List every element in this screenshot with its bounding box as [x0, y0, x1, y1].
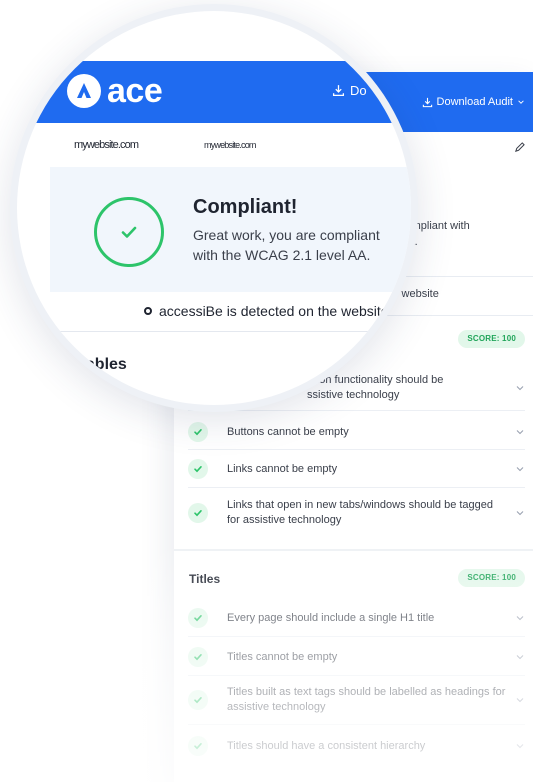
item-text: Titles should have a consistent hierarch…	[227, 739, 426, 752]
section-divider	[174, 549, 533, 551]
status-dot-icon	[144, 307, 152, 315]
item-text: Every page should include a single H1 ti…	[227, 611, 435, 624]
clickables-item-new-tab-links[interactable]: Links that open in new tabs/windows shou…	[188, 496, 525, 530]
download-audit-button-magnified[interactable]: Do	[332, 83, 367, 98]
chevron-down-icon	[516, 511, 524, 516]
clickables-score-badge: SCORE: 100	[458, 330, 525, 348]
chevron-down-icon	[516, 467, 524, 472]
chevron-down-icon	[516, 655, 524, 660]
chevron-down-icon	[516, 744, 524, 749]
ace-logo-text: ace	[107, 72, 163, 110]
ace-logo: ace	[67, 72, 163, 110]
detected-text: accessiBe is detected on the website	[159, 303, 389, 319]
titles-item-consistent-hierarchy[interactable]: Titles should have a consistent hierarch…	[188, 734, 525, 758]
check-icon	[188, 422, 208, 442]
site-name: mywebsite.com	[74, 139, 139, 151]
item-text: Buttons cannot be empty	[227, 425, 349, 438]
check-icon	[188, 690, 208, 710]
check-icon	[188, 503, 208, 523]
accessibe-detected: accessiBe is detected on the website	[144, 303, 389, 319]
download-audit-button[interactable]: Download Audit	[422, 96, 525, 108]
download-icon	[332, 85, 345, 97]
pencil-icon[interactable]	[514, 142, 525, 153]
compliance-title: Compliant!	[193, 196, 298, 218]
item-text: Titles cannot be empty	[227, 650, 338, 663]
row-divider	[188, 449, 525, 450]
section-title-clickables: kables	[77, 356, 127, 373]
check-icon	[188, 608, 208, 628]
row-divider	[188, 636, 525, 637]
compliant-check-icon	[94, 197, 164, 267]
check-icon	[188, 459, 208, 479]
download-audit-label: Download Audit	[436, 96, 513, 108]
row-divider	[188, 675, 525, 676]
row-divider	[188, 487, 525, 488]
titles-item-labelled-headings[interactable]: Titles built as text tags should be labe…	[188, 683, 525, 717]
chevron-down-icon	[516, 698, 524, 703]
clickables-item-buttons-empty[interactable]: Buttons cannot be empty	[188, 420, 525, 444]
chevron-down-icon	[518, 100, 524, 104]
divider	[17, 331, 411, 332]
item-text: Titles built as text tags should be labe…	[227, 686, 506, 713]
chevron-down-icon	[516, 616, 524, 621]
download-icon	[422, 97, 432, 107]
item-text: Links that open in new tabs/windows shou…	[227, 499, 494, 526]
site-url: mywebsite.com	[204, 140, 256, 150]
row-divider	[188, 724, 525, 725]
chevron-down-icon	[516, 386, 524, 391]
compliance-message: Great work, you are compliant with the W…	[193, 227, 380, 263]
titles-score-badge: SCORE: 100	[458, 569, 525, 587]
magnifier-lens: ace Do mywebsite.com mywebsite.com Compl…	[17, 11, 411, 405]
download-audit-label: Do	[350, 83, 367, 98]
clickables-item-links-empty[interactable]: Links cannot be empty	[188, 457, 525, 481]
titles-item-not-empty[interactable]: Titles cannot be empty	[188, 645, 525, 669]
check-icon	[188, 736, 208, 756]
chevron-down-icon	[516, 430, 524, 435]
item-text: Links cannot be empty	[227, 462, 338, 475]
titles-item-single-h1[interactable]: Every page should include a single H1 ti…	[188, 606, 525, 630]
section-title-titles: Titles	[189, 572, 221, 586]
check-icon	[188, 647, 208, 667]
ace-logo-icon	[67, 74, 101, 108]
